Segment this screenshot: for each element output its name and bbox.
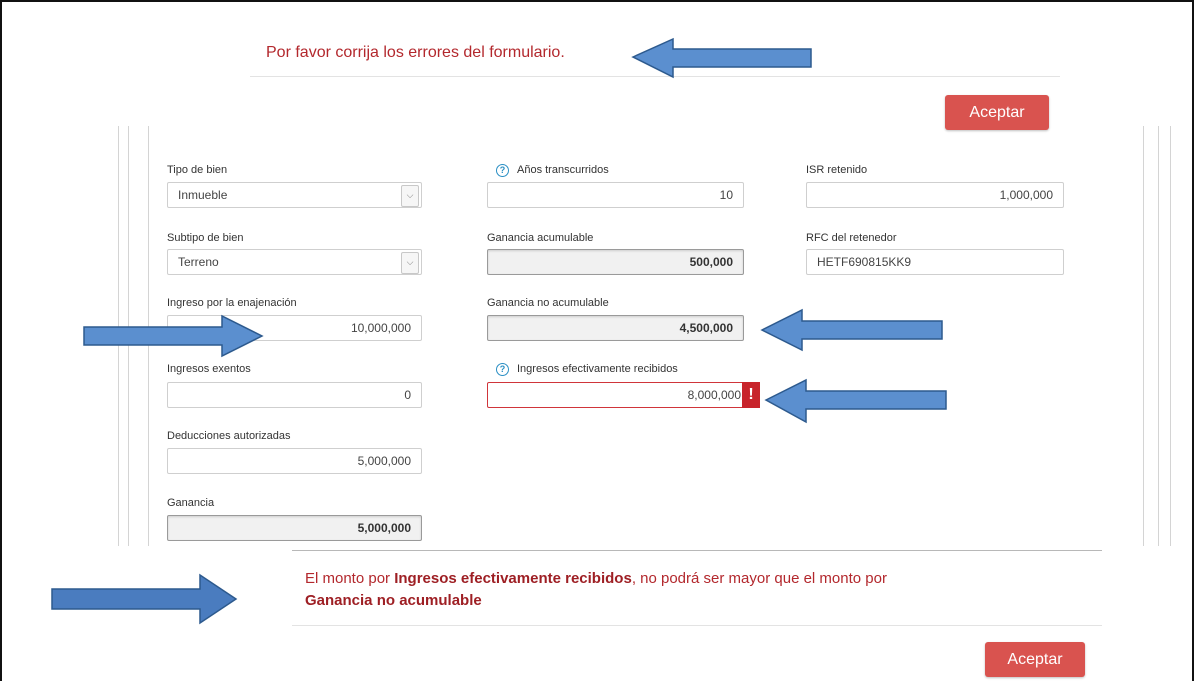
arrow-right-icon bbox=[83, 314, 264, 358]
ganancia-acumulable-field: 500,000 bbox=[487, 249, 744, 275]
help-icon[interactable]: ? bbox=[496, 363, 509, 376]
help-icon[interactable]: ? bbox=[496, 164, 509, 177]
tipo-bien-value: Inmueble bbox=[178, 188, 228, 202]
isr-retenido-label: ISR retenido bbox=[806, 164, 868, 176]
ingreso-enajenacion-label: Ingreso por la enajenación bbox=[167, 297, 297, 309]
ingresos-recibidos-label: ? Ingresos efectivamente recibidos bbox=[496, 363, 678, 376]
isr-retenido-input[interactable]: 1,000,000 bbox=[806, 182, 1064, 208]
accept-button-bottom[interactable]: Aceptar bbox=[985, 642, 1085, 677]
ganancia-no-acumulable-field: 4,500,000 bbox=[487, 315, 744, 341]
deducciones-input[interactable]: 5,000,000 bbox=[167, 448, 422, 474]
anios-input[interactable]: 10 bbox=[487, 182, 744, 208]
ganancia-field: 5,000,000 bbox=[167, 515, 422, 541]
divider bbox=[292, 550, 1102, 551]
tipo-bien-label: Tipo de bien bbox=[167, 164, 228, 176]
ganancia-no-acumulable-label: Ganancia no acumulable bbox=[487, 297, 609, 309]
accept-button-top[interactable]: Aceptar bbox=[945, 95, 1049, 130]
validation-message: El monto por Ingresos efectivamente reci… bbox=[305, 568, 1065, 612]
validation-text-2: , no podrá ser mayor que el monto por bbox=[631, 570, 887, 587]
subtipo-bien-value: Terreno bbox=[178, 255, 219, 269]
ganancia-label: Ganancia bbox=[167, 497, 215, 509]
panel-border bbox=[1143, 126, 1144, 546]
anios-label: ? Años transcurridos bbox=[496, 164, 609, 177]
chevron-down-icon: ⌵ bbox=[401, 185, 419, 207]
arrow-left-icon bbox=[764, 378, 947, 424]
divider bbox=[292, 625, 1102, 626]
ganancia-acumulable-label: Ganancia acumulable bbox=[487, 232, 594, 244]
tipo-bien-select[interactable]: Inmueble ⌵ bbox=[167, 182, 422, 208]
ingresos-recibidos-label-text: Ingresos efectivamente recibidos bbox=[517, 363, 678, 375]
arrow-left-icon bbox=[760, 308, 943, 352]
deducciones-label: Deducciones autorizadas bbox=[167, 430, 291, 442]
arrow-right-icon bbox=[51, 573, 238, 625]
validation-text-1: El monto por bbox=[305, 570, 395, 587]
subtipo-bien-select[interactable]: Terreno ⌵ bbox=[167, 249, 422, 275]
rfc-retenedor-input[interactable]: HETF690815KK9 bbox=[806, 249, 1064, 275]
ingresos-recibidos-input[interactable]: 8,000,000 bbox=[487, 382, 744, 408]
validation-field-1: Ingresos efectivamente recibidos bbox=[394, 570, 632, 587]
chevron-down-icon: ⌵ bbox=[401, 252, 419, 274]
rfc-retenedor-label: RFC del retenedor bbox=[806, 232, 897, 244]
subtipo-bien-label: Subtipo de bien bbox=[167, 232, 244, 244]
ingresos-exentos-input[interactable]: 0 bbox=[167, 382, 422, 408]
panel-border bbox=[1170, 126, 1171, 546]
validation-field-2: Ganancia no acumulable bbox=[305, 592, 482, 609]
form-error-message: Por favor corrija los errores del formul… bbox=[266, 44, 565, 61]
ingresos-exentos-label: Ingresos exentos bbox=[167, 363, 251, 375]
anios-label-text: Años transcurridos bbox=[517, 164, 609, 176]
error-icon: ! bbox=[742, 382, 760, 408]
arrow-left-icon bbox=[631, 37, 812, 79]
panel-border bbox=[1158, 126, 1159, 546]
